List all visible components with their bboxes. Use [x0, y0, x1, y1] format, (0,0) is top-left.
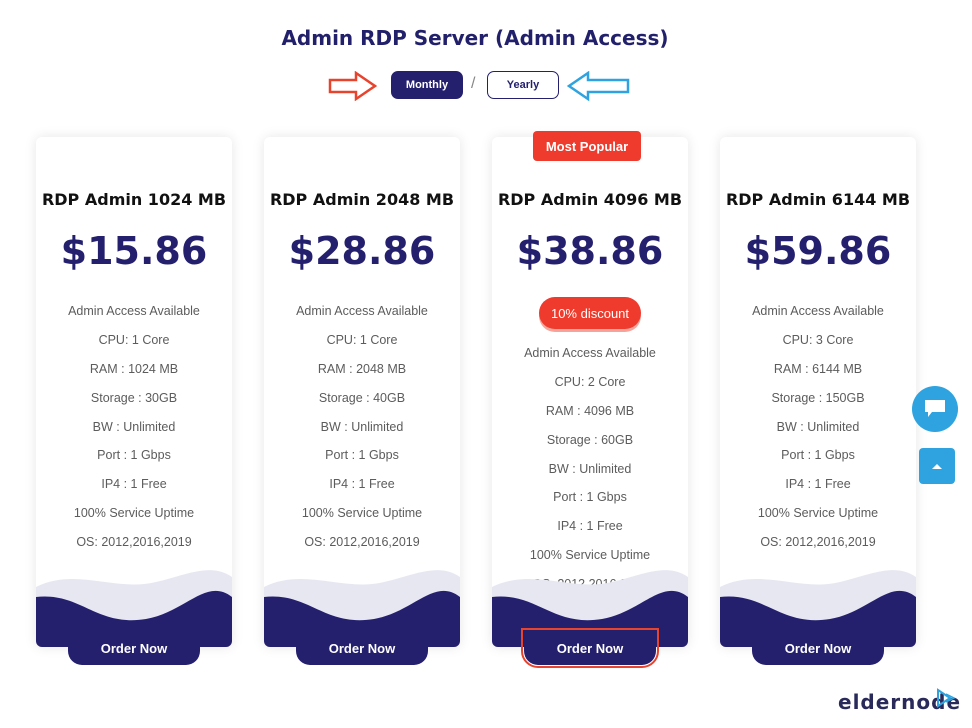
feature-item: BW : Unlimited [320, 419, 404, 434]
feature-item: Admin Access Available [752, 304, 884, 318]
feature-item: RAM : 6144 MB [773, 361, 863, 376]
feature-item: Port : 1 Gbps [553, 490, 627, 505]
feature-item: BW : Unlimited [548, 461, 632, 476]
plan-name: RDP Admin 2048 MB [269, 190, 455, 209]
plan-name: RDP Admin 4096 MB [497, 190, 683, 209]
chat-bubble-icon [925, 400, 945, 417]
feature-item: OS: 2012,2016,2019 [304, 535, 420, 550]
order-now-button[interactable]: Order Now [521, 628, 659, 668]
feature-item: Storage : 40GB [318, 390, 406, 405]
feature-item: Storage : 30GB [90, 390, 178, 405]
feature-item: RAM : 2048 MB [317, 361, 407, 376]
feature-item: Admin Access Available [68, 304, 200, 318]
feature-item: RAM : 4096 MB [545, 403, 635, 418]
feature-item: Port : 1 Gbps [97, 448, 171, 463]
feature-item: Admin Access Available [296, 304, 428, 318]
feature-item: IP4 : 1 Free [785, 477, 851, 492]
page-title: Admin RDP Server (Admin Access) [281, 26, 669, 50]
arrow-left-icon [566, 71, 630, 101]
feature-item: Admin Access Available [524, 346, 656, 360]
feature-item: OS: 2012,2016,2019 [760, 535, 876, 550]
plan-price: $15.86 [60, 229, 208, 273]
plan-card-2048: RDP Admin 2048 MB $28.86 Admin Access Av… [264, 137, 460, 647]
feature-item: Port : 1 Gbps [781, 448, 855, 463]
feature-item: IP4 : 1 Free [101, 477, 167, 492]
plan-name: RDP Admin 6144 MB [725, 190, 911, 209]
plan-card-1024: RDP Admin 1024 MB $15.86 Admin Access Av… [36, 137, 232, 647]
toggle-separator: / [471, 75, 476, 92]
billing-toggle: Monthly / Yearly [0, 71, 950, 101]
feature-list: Admin Access Available CPU: 1 Core RAM :… [36, 297, 232, 557]
feature-item: 100% Service Uptime [757, 506, 879, 521]
chat-button[interactable] [912, 386, 958, 432]
monthly-toggle-button[interactable]: Monthly [391, 71, 463, 99]
feature-item: BW : Unlimited [92, 419, 176, 434]
plan-card-4096: RDP Admin 4096 MB $38.86 10% discount Ad… [492, 137, 688, 647]
arrow-right-icon [328, 71, 378, 101]
discount-badge: 10% discount [539, 297, 641, 329]
feature-item: OS: 2012,2016,2019 [76, 535, 192, 550]
order-now-button[interactable]: Order Now [296, 631, 428, 665]
feature-item: CPU: 1 Core [98, 332, 170, 347]
scroll-to-top-button[interactable] [919, 448, 955, 484]
plan-price: $28.86 [288, 229, 436, 273]
eldernode-logo: eldernode [838, 688, 960, 718]
plan-price: $38.86 [516, 229, 664, 273]
logo-mark-icon [937, 688, 956, 708]
feature-item: IP4 : 1 Free [329, 477, 395, 492]
feature-item: CPU: 2 Core [554, 374, 626, 389]
order-now-button[interactable]: Order Now [752, 631, 884, 665]
plan-price: $59.86 [744, 229, 892, 273]
feature-list: Admin Access Available CPU: 3 Core RAM :… [720, 297, 916, 557]
feature-item: Storage : 60GB [546, 432, 634, 447]
most-popular-badge: Most Popular [533, 131, 641, 161]
feature-item: CPU: 3 Core [782, 332, 854, 347]
feature-item: CPU: 1 Core [326, 332, 398, 347]
feature-list: Admin Access Available CPU: 1 Core RAM :… [264, 297, 460, 557]
chevron-up-icon [932, 464, 942, 469]
feature-item: BW : Unlimited [776, 419, 860, 434]
plan-name: RDP Admin 1024 MB [41, 190, 227, 209]
yearly-toggle-button[interactable]: Yearly [487, 71, 559, 99]
feature-item: 100% Service Uptime [301, 506, 423, 521]
feature-item: Port : 1 Gbps [325, 448, 399, 463]
order-now-button[interactable]: Order Now [68, 631, 200, 665]
feature-item: RAM : 1024 MB [89, 361, 179, 376]
feature-item: IP4 : 1 Free [557, 519, 623, 534]
feature-item: Storage : 150GB [771, 390, 865, 405]
plan-card-6144: RDP Admin 6144 MB $59.86 Admin Access Av… [720, 137, 916, 647]
feature-item: 100% Service Uptime [73, 506, 195, 521]
